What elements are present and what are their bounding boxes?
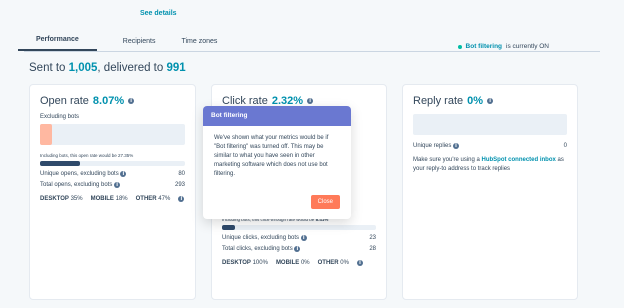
- other-label: OTHER: [135, 196, 157, 202]
- info-icon[interactable]: i: [453, 143, 460, 149]
- mobile-label: MOBILE: [275, 260, 300, 266]
- see-details-link[interactable]: See details: [140, 10, 177, 17]
- list-item: Total opens, excluding bots i 293: [40, 182, 185, 188]
- unique-clicks-label: Unique clicks, excluding bots: [222, 235, 300, 241]
- desktop-value: 35%: [70, 196, 83, 202]
- other-value: 0%: [340, 260, 349, 266]
- list-item: Unique clicks, excluding bots i 23: [222, 235, 376, 241]
- total-opens-label: Total opens, excluding bots: [40, 182, 113, 188]
- sent-prefix: Sent to: [29, 62, 69, 74]
- open-incl-progress: [40, 161, 185, 166]
- bot-filter-status-text: is currently ON: [506, 43, 549, 50]
- mobile-value: 0%: [300, 260, 310, 266]
- list-item: Unique replies i 0: [413, 143, 567, 149]
- open-rate-title: Open rate: [40, 95, 89, 107]
- reply-msg-prefix: Make sure you're using a: [413, 157, 482, 163]
- tab-time-zones[interactable]: Time zones: [181, 38, 217, 51]
- info-icon[interactable]: i: [487, 98, 494, 104]
- total-clicks-label: Total clicks, excluding bots: [222, 246, 293, 252]
- unique-replies-label: Unique replies: [413, 143, 452, 149]
- info-icon[interactable]: i: [128, 98, 135, 104]
- click-incl-progress: [222, 225, 376, 230]
- devices-breakdown: DESKTOP 100% MOBILE 0% OTHER 0% i: [222, 260, 376, 266]
- reply-rate-heading: Reply rate 0% i: [413, 95, 567, 107]
- devices-breakdown: DESKTOP 35% MOBILE 18% OTHER 47% i: [40, 196, 185, 202]
- popover-title: Bot filtering: [203, 106, 351, 126]
- popover-body: We've shown what your metrics would be i…: [214, 135, 329, 177]
- list-item: Unique opens, excluding bots i 80: [40, 171, 185, 177]
- delivered-count: 991: [166, 62, 186, 74]
- bot-filtering-popover: Bot filtering We've shown what your metr…: [203, 106, 351, 219]
- tab-recipients[interactable]: Recipients: [123, 38, 156, 51]
- unique-opens-label: Unique opens, excluding bots: [40, 171, 119, 177]
- sent-summary: Sent to 1,005, delivered to 991: [29, 62, 624, 74]
- click-incl-progress-fill: [222, 225, 235, 230]
- reply-message: Make sure you're using a HubSpot connect…: [413, 156, 567, 174]
- bot-filter-status: Bot filtering is currently ON: [457, 43, 549, 50]
- top-area: See details: [0, 0, 624, 24]
- unique-opens-value: 80: [178, 171, 185, 177]
- open-rate-bar-fill: [40, 124, 52, 145]
- sent-count: 1,005: [68, 62, 98, 74]
- open-rate-value: 8.07%: [92, 95, 125, 107]
- desktop-value: 100%: [252, 260, 268, 266]
- unique-clicks-value: 23: [369, 235, 376, 241]
- reply-rate-title: Reply rate: [413, 95, 464, 107]
- open-rate-heading: Open rate 8.07% i: [40, 95, 185, 107]
- info-icon[interactable]: i: [294, 246, 301, 252]
- info-icon[interactable]: i: [120, 171, 127, 177]
- hubspot-connected-inbox-link[interactable]: HubSpot connected inbox: [482, 157, 556, 163]
- excluding-bots-label: Excluding bots: [40, 114, 80, 120]
- other-value: 47%: [158, 196, 171, 202]
- bot-filter-link[interactable]: Bot filtering: [466, 43, 502, 50]
- tab-performance[interactable]: Performance: [18, 36, 97, 51]
- status-dot-icon: [457, 44, 462, 49]
- tabs-bar: Performance Recipients Time zones Bot fi…: [18, 24, 600, 52]
- info-icon[interactable]: i: [114, 182, 121, 188]
- delivered-prefix: , delivered to: [97, 62, 167, 74]
- open-incl-note: Including bots, this open rate would be …: [40, 153, 134, 158]
- desktop-label: DESKTOP: [222, 260, 251, 266]
- info-icon[interactable]: i: [356, 260, 363, 266]
- list-item: Total clicks, excluding bots i 28: [222, 246, 376, 252]
- info-icon[interactable]: i: [300, 235, 307, 241]
- reply-rate-bar: [413, 114, 567, 135]
- total-opens-value: 293: [174, 182, 185, 188]
- open-incl-progress-fill: [40, 161, 80, 166]
- open-rate-bar: [40, 124, 185, 145]
- mobile-value: 18%: [115, 196, 128, 202]
- info-icon[interactable]: i: [307, 98, 314, 104]
- close-button[interactable]: Close: [310, 195, 340, 209]
- mobile-label: MOBILE: [90, 196, 114, 202]
- info-icon[interactable]: i: [178, 196, 185, 202]
- desktop-label: DESKTOP: [40, 196, 69, 202]
- reply-rate-card: Reply rate 0% i Unique replies i 0 Make …: [402, 84, 578, 300]
- reply-rate-value: 0%: [467, 95, 484, 107]
- other-label: OTHER: [317, 260, 339, 266]
- open-rate-card: Open rate 8.07% i Excluding bots Includi…: [29, 84, 196, 300]
- total-clicks-value: 28: [369, 246, 376, 252]
- unique-replies-value: 0: [563, 143, 567, 149]
